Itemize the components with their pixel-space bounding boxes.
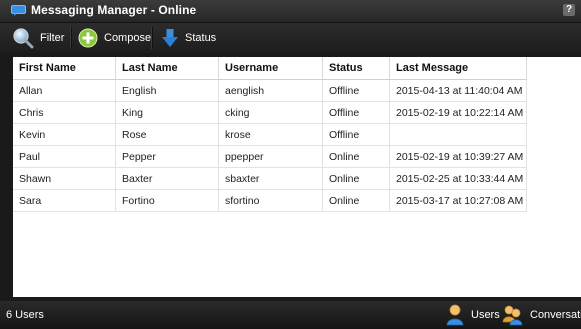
plus-circle-icon (78, 28, 98, 48)
cell-last-message: 2015-03-17 at 10:27:08 AM (390, 190, 527, 212)
chat-bubble-icon (11, 5, 26, 16)
cell-status: Online (323, 146, 390, 168)
cell-last-name: Rose (116, 124, 219, 146)
cell-first-name: Allan (13, 80, 116, 102)
cell-status: Online (323, 168, 390, 190)
user-count: 6 Users (6, 309, 44, 321)
table-row[interactable]: Kevin Rose krose Offline (13, 124, 581, 146)
cell-username: aenglish (219, 80, 323, 102)
cell-first-name: Paul (13, 146, 116, 168)
cell-last-message: 2015-02-19 at 10:22:14 AM (390, 102, 527, 124)
column-header-first-name[interactable]: First Name (13, 57, 116, 80)
cell-last-name: English (116, 80, 219, 102)
cell-first-name: Chris (13, 102, 116, 124)
column-header-status[interactable]: Status (323, 57, 390, 80)
magnifier-icon (13, 28, 34, 49)
cell-last-name: Baxter (116, 168, 219, 190)
cell-username: krose (219, 124, 323, 146)
cell-username: sbaxter (219, 168, 323, 190)
cell-last-message: 2015-02-19 at 10:39:27 AM (390, 146, 527, 168)
cell-status: Offline (323, 124, 390, 146)
compose-label: Compose (104, 32, 152, 44)
cell-status: Offline (323, 102, 390, 124)
table-row[interactable]: Allan English aenglish Offline 2015-04-1… (13, 80, 581, 102)
table-header: First Name Last Name Username Status Las… (13, 57, 581, 80)
users-table: First Name Last Name Username Status Las… (13, 57, 581, 297)
title-bar: Messaging Manager - Online ? (0, 0, 581, 23)
users-tab[interactable]: Users (445, 301, 500, 329)
users-tab-label: Users (471, 309, 500, 321)
table-row[interactable]: Paul Pepper ppepper Online 2015-02-19 at… (13, 146, 581, 168)
compose-button[interactable]: Compose (78, 23, 151, 53)
down-arrow-icon (162, 29, 178, 47)
cell-status: Offline (323, 80, 390, 102)
conversations-tab[interactable]: Conversations (502, 301, 581, 329)
cell-username: sfortino (219, 190, 323, 212)
cell-last-name: King (116, 102, 219, 124)
cell-last-message: 2015-02-25 at 10:33:44 AM (390, 168, 527, 190)
cell-first-name: Kevin (13, 124, 116, 146)
toolbar-divider (151, 27, 153, 49)
window-title: Messaging Manager - Online (31, 3, 197, 17)
cell-last-message: 2015-04-13 at 11:40:04 AM (390, 80, 527, 102)
messaging-manager-window: Messaging Manager - Online ? Filter Comp… (0, 0, 581, 329)
cell-last-name: Pepper (116, 146, 219, 168)
filter-label: Filter (40, 32, 65, 44)
help-button[interactable]: ? (563, 4, 575, 16)
column-header-last-message[interactable]: Last Message (390, 57, 527, 80)
toolbar: Filter Compose Status (0, 23, 581, 53)
cell-username: cking (219, 102, 323, 124)
column-header-username[interactable]: Username (219, 57, 323, 80)
filter-button[interactable]: Filter (12, 23, 64, 53)
cell-username: ppepper (219, 146, 323, 168)
status-label: Status (185, 32, 217, 44)
table-row[interactable]: Sara Fortino sfortino Online 2015-03-17 … (13, 190, 581, 212)
cell-last-name: Fortino (116, 190, 219, 212)
cell-first-name: Shawn (13, 168, 116, 190)
table-row[interactable]: Chris King cking Offline 2015-02-19 at 1… (13, 102, 581, 124)
users-group-icon (502, 305, 523, 326)
user-icon (446, 304, 464, 326)
table-row[interactable]: Shawn Baxter sbaxter Online 2015-02-25 a… (13, 168, 581, 190)
toolbar-divider (70, 27, 72, 49)
status-bar: 6 Users Users Conversations (0, 301, 581, 329)
cell-status: Online (323, 190, 390, 212)
conversations-tab-label: Conversations (530, 309, 581, 321)
cell-first-name: Sara (13, 190, 116, 212)
status-button[interactable]: Status (161, 23, 216, 53)
column-header-last-name[interactable]: Last Name (116, 57, 219, 80)
cell-last-message (390, 124, 527, 146)
